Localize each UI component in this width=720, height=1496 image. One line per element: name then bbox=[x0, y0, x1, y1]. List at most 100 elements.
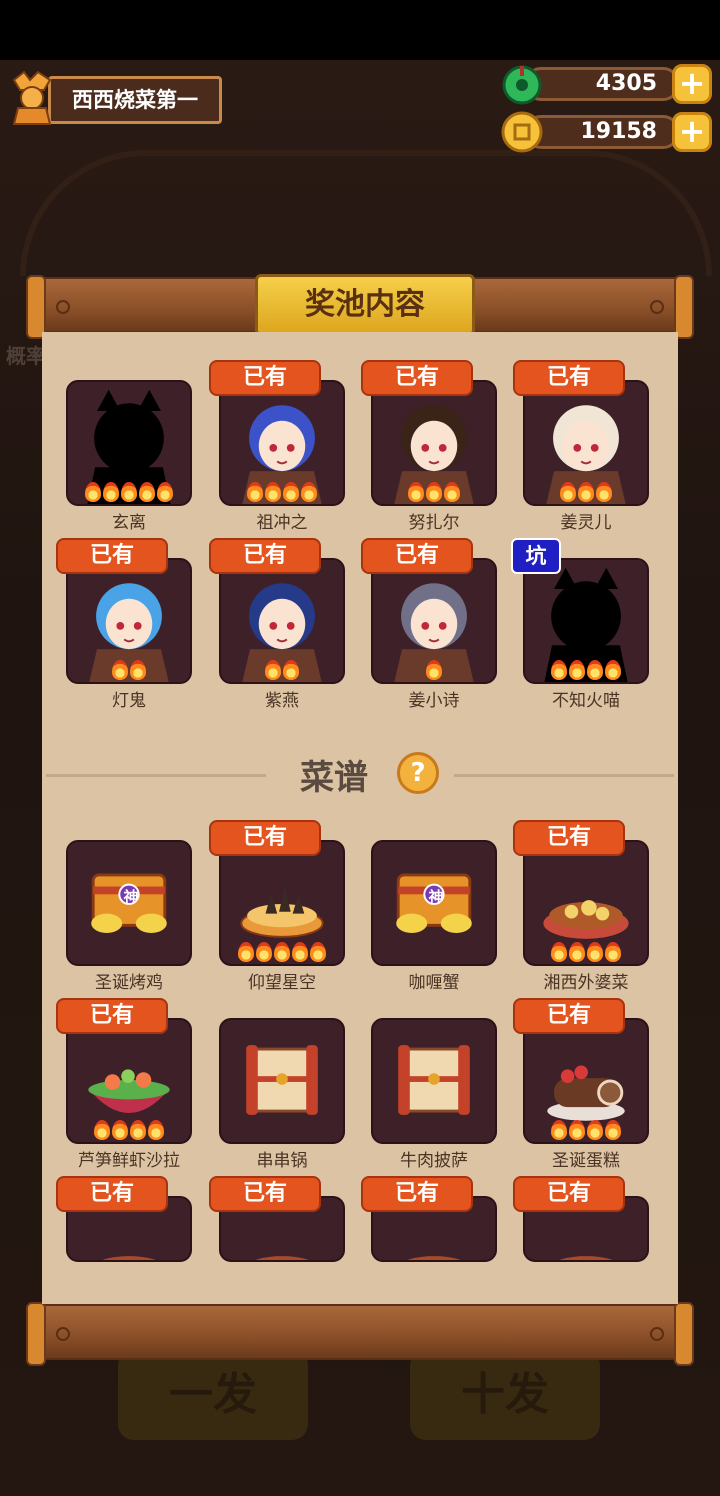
flame-icon bbox=[130, 1120, 146, 1140]
owned-tag: 已有 bbox=[513, 360, 625, 396]
coin-amount: 19158 bbox=[524, 115, 680, 149]
flame-icon bbox=[301, 482, 317, 502]
flame-icon bbox=[265, 660, 281, 680]
probability-side-label: 概率 bbox=[6, 344, 46, 368]
rarity-flames bbox=[373, 482, 495, 502]
player-badge[interactable]: 西西烧菜第一 bbox=[8, 70, 222, 126]
recipe-card[interactable] bbox=[66, 1018, 192, 1144]
flame-icon bbox=[103, 482, 119, 502]
recipe-card[interactable]: 神 bbox=[66, 840, 192, 966]
owned-tag: 已有 bbox=[361, 1176, 473, 1212]
recipe-name: 仰望星空 bbox=[248, 973, 316, 993]
flame-icon bbox=[596, 482, 612, 502]
rarity-flames bbox=[221, 660, 343, 680]
character-card[interactable] bbox=[66, 558, 192, 684]
recipe-name: 湘西外婆菜 bbox=[543, 973, 629, 993]
recipe-card[interactable] bbox=[371, 1018, 497, 1144]
character-card[interactable] bbox=[523, 558, 649, 684]
background-arch bbox=[20, 150, 712, 276]
rarity-flames bbox=[525, 482, 647, 502]
rarity-flames bbox=[221, 482, 343, 502]
divider-left bbox=[46, 774, 266, 777]
add-jade-button[interactable]: + bbox=[672, 64, 712, 104]
flame-icon bbox=[426, 482, 442, 502]
rarity-flames bbox=[525, 660, 647, 680]
flame-icon bbox=[157, 482, 173, 502]
god-chest-label: 神 bbox=[428, 888, 444, 906]
flame-icon bbox=[94, 1120, 110, 1140]
help-icon[interactable]: ? bbox=[397, 752, 439, 794]
flame-icon bbox=[569, 942, 585, 962]
recipe-card[interactable]: 神 bbox=[371, 840, 497, 966]
scroll-package-icon bbox=[398, 1045, 470, 1115]
rarity-flames bbox=[68, 1120, 190, 1140]
rarity-flames bbox=[68, 482, 190, 502]
flame-icon bbox=[274, 942, 290, 962]
flame-icon bbox=[569, 660, 585, 680]
flame-icon bbox=[139, 482, 155, 502]
panel-title: 奖池内容 bbox=[255, 274, 475, 336]
flame-icon bbox=[605, 942, 621, 962]
flame-icon bbox=[408, 482, 424, 502]
owned-tag: 已有 bbox=[513, 998, 625, 1034]
owned-tag: 已有 bbox=[56, 998, 168, 1034]
flame-icon bbox=[605, 660, 621, 680]
flame-icon bbox=[238, 942, 254, 962]
flame-icon bbox=[283, 660, 299, 680]
flame-icon bbox=[560, 482, 576, 502]
ten-draw-button-bg: 十发 bbox=[410, 1350, 600, 1440]
add-coins-button[interactable]: + bbox=[672, 112, 712, 152]
recipe-card[interactable] bbox=[219, 1018, 345, 1144]
character-card[interactable] bbox=[219, 380, 345, 506]
flame-icon bbox=[587, 942, 603, 962]
rarity-flames bbox=[525, 942, 647, 962]
flame-icon bbox=[247, 482, 263, 502]
recipe-card[interactable] bbox=[523, 1018, 649, 1144]
flame-icon bbox=[587, 1120, 603, 1140]
rarity-flames bbox=[221, 942, 343, 962]
jade-icon bbox=[502, 65, 542, 105]
owned-tag: 已有 bbox=[361, 360, 473, 396]
owned-tag: 已有 bbox=[209, 1176, 321, 1212]
flame-icon bbox=[551, 942, 567, 962]
recipe-card[interactable] bbox=[523, 840, 649, 966]
scroll-clip-bottom bbox=[42, 1264, 678, 1304]
owned-tag: 已有 bbox=[209, 820, 321, 856]
character-card[interactable] bbox=[371, 380, 497, 506]
character-card[interactable] bbox=[219, 558, 345, 684]
flame-icon bbox=[587, 660, 603, 680]
owned-tag: 已有 bbox=[56, 538, 168, 574]
flame-icon bbox=[265, 482, 281, 502]
character-card[interactable] bbox=[66, 380, 192, 506]
owned-tag: 已有 bbox=[209, 538, 321, 574]
single-draw-button-bg: 一发 bbox=[118, 1350, 308, 1440]
flame-icon bbox=[310, 942, 326, 962]
flame-icon bbox=[283, 482, 299, 502]
status-bar-area bbox=[0, 0, 720, 60]
owned-tag: 已有 bbox=[513, 820, 625, 856]
pit-tag: 坑 bbox=[511, 538, 561, 574]
divider-right bbox=[454, 774, 674, 777]
coin-currency: 19158 + bbox=[500, 110, 712, 154]
flame-icon bbox=[551, 1120, 567, 1140]
recipe-name: 芦笋鲜虾沙拉 bbox=[78, 1151, 180, 1171]
rarity-flames bbox=[373, 660, 495, 680]
recipes-heading: 菜谱 bbox=[300, 758, 368, 798]
owned-tag: 已有 bbox=[513, 1176, 625, 1212]
recipe-name: 咖喱蟹 bbox=[408, 973, 460, 993]
character-card[interactable] bbox=[523, 380, 649, 506]
character-name: 祖冲之 bbox=[256, 513, 308, 533]
flame-icon bbox=[256, 942, 272, 962]
character-name: 玄离 bbox=[112, 513, 146, 533]
flame-icon bbox=[85, 482, 101, 502]
flame-icon bbox=[112, 1120, 128, 1140]
character-name: 姜小诗 bbox=[408, 691, 460, 711]
character-name: 努扎尔 bbox=[408, 513, 460, 533]
rarity-flames bbox=[68, 660, 190, 680]
character-card[interactable] bbox=[371, 558, 497, 684]
recipe-card[interactable] bbox=[219, 840, 345, 966]
coin-icon bbox=[501, 111, 543, 153]
character-name: 灯鬼 bbox=[112, 691, 146, 711]
flame-icon bbox=[444, 482, 460, 502]
character-name: 姜灵儿 bbox=[560, 513, 612, 533]
